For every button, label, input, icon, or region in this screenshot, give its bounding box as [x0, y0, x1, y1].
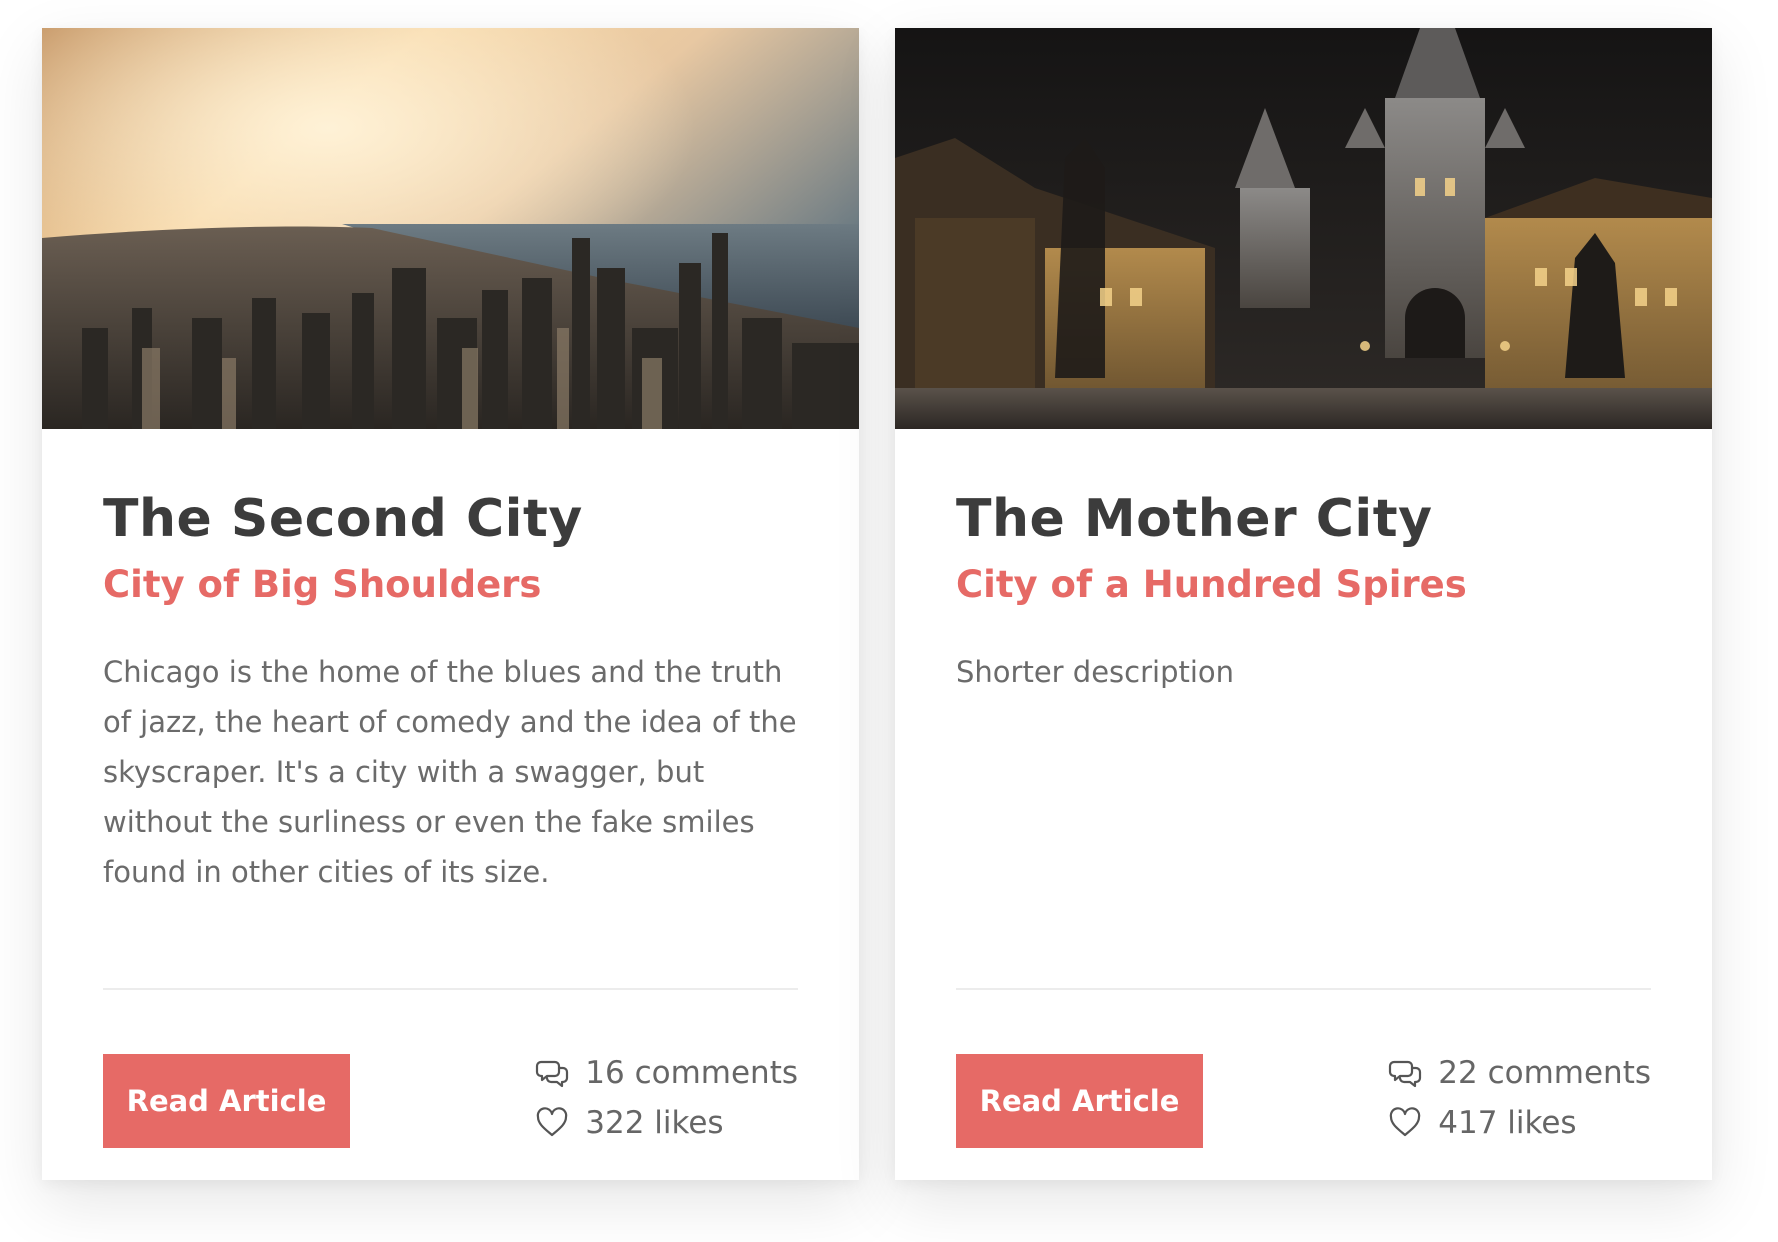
card-image-city-skyline	[42, 28, 859, 429]
card-image-old-town-bridge	[895, 28, 1712, 429]
comments-count[interactable]: 16 comments	[535, 1048, 798, 1098]
heart-icon	[1388, 1106, 1422, 1140]
card-title: The Mother City	[956, 489, 1433, 549]
likes-count[interactable]: 417 likes	[1388, 1098, 1651, 1148]
likes-label: 322 likes	[585, 1105, 724, 1141]
article-card: The Mother City City of a Hundred Spires…	[895, 28, 1712, 1180]
divider	[956, 988, 1651, 990]
article-card: The Second City City of Big Shoulders Ch…	[42, 28, 859, 1180]
comments-count[interactable]: 22 comments	[1388, 1048, 1651, 1098]
comments-icon	[535, 1056, 569, 1090]
likes-count[interactable]: 322 likes	[535, 1098, 798, 1148]
comments-label: 22 comments	[1438, 1055, 1651, 1091]
card-title: The Second City	[103, 489, 583, 549]
card-stats: 22 comments 417 likes	[1388, 1048, 1651, 1148]
likes-label: 417 likes	[1438, 1105, 1577, 1141]
read-article-button[interactable]: Read Article	[103, 1054, 350, 1148]
read-article-button[interactable]: Read Article	[956, 1054, 1203, 1148]
comments-label: 16 comments	[585, 1055, 798, 1091]
comments-icon	[1388, 1056, 1422, 1090]
card-description: Chicago is the home of the blues and the…	[103, 655, 797, 889]
cards-container: The Second City City of Big Shoulders Ch…	[0, 0, 1778, 1242]
card-body: The Mother City City of a Hundred Spires…	[956, 429, 1651, 1180]
card-body: The Second City City of Big Shoulders Ch…	[103, 429, 798, 1180]
heart-icon	[535, 1106, 569, 1140]
card-subtitle: City of a Hundred Spires	[956, 563, 1467, 606]
divider	[103, 988, 798, 990]
card-description: Shorter description	[956, 655, 1235, 689]
card-stats: 16 comments 322 likes	[535, 1048, 798, 1148]
card-subtitle: City of Big Shoulders	[103, 563, 542, 606]
